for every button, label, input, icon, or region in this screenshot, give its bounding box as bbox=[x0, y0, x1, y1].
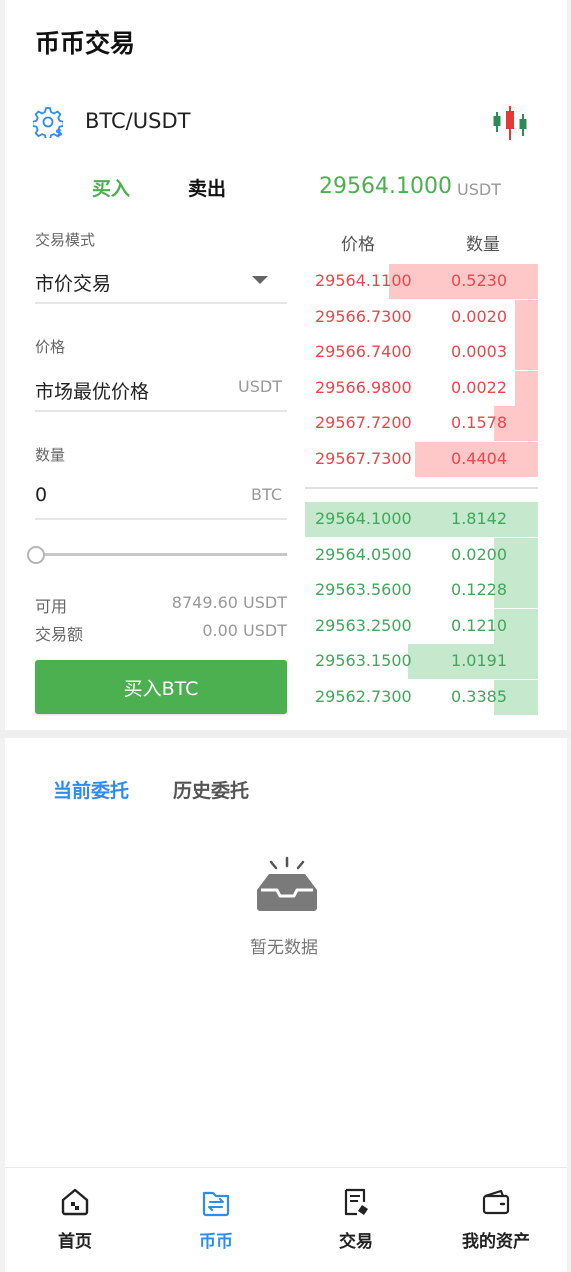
trading-pair[interactable]: BTC/USDT bbox=[85, 109, 190, 133]
nav-label-exchange: 币币 bbox=[199, 1232, 233, 1252]
bid-qty: 0.0200 bbox=[451, 544, 507, 564]
nav-item-trade[interactable]: 交易 bbox=[286, 1168, 426, 1272]
tab-buy[interactable]: 买入 bbox=[92, 174, 130, 201]
buy-submit-button[interactable]: 买入BTC bbox=[35, 660, 287, 714]
ask-price: 29567.7300 bbox=[315, 448, 412, 468]
amount-value: 0.00 USDT bbox=[202, 621, 287, 640]
nav-item-assets[interactable]: 我的资产 bbox=[426, 1168, 566, 1272]
svg-text:$: $ bbox=[55, 126, 63, 138]
right-edge bbox=[567, 0, 571, 1272]
bid-qty: 0.1210 bbox=[451, 615, 507, 635]
bid-price: 29563.2500 bbox=[315, 615, 412, 635]
ask-price: 29566.7300 bbox=[315, 306, 412, 326]
ask-price: 29566.7400 bbox=[315, 342, 412, 361]
available-label: 可用 bbox=[35, 597, 68, 616]
amount-label: 交易额 bbox=[35, 625, 84, 644]
price-label: 价格 bbox=[35, 338, 66, 356]
mode-select[interactable]: 市价交易 bbox=[35, 269, 111, 296]
orderbook-ask-row[interactable]: 29564.1100 0.5230 bbox=[305, 264, 538, 299]
last-price: 29564.1000 bbox=[319, 174, 452, 199]
depth-bar bbox=[515, 370, 538, 406]
settings-dollar-icon[interactable]: $ bbox=[33, 106, 63, 138]
price-input[interactable]: 市场最优价格 bbox=[35, 377, 149, 404]
bid-price: 29564.0500 bbox=[315, 544, 412, 564]
ask-qty: 0.0003 bbox=[451, 342, 507, 361]
wallet-icon bbox=[482, 1189, 510, 1215]
bid-price: 29563.1500 bbox=[315, 651, 412, 670]
price-unit: USDT bbox=[238, 377, 282, 396]
ask-price: 29566.9800 bbox=[315, 377, 412, 397]
trade-document-icon bbox=[344, 1188, 368, 1216]
nav-item-home[interactable]: 首页 bbox=[5, 1168, 145, 1272]
nav-item-exchange[interactable]: 币币 bbox=[146, 1168, 286, 1272]
orderbook-bid-row[interactable]: 29563.2500 0.1210 bbox=[305, 608, 538, 644]
home-icon bbox=[61, 1188, 89, 1216]
chevron-down-icon[interactable] bbox=[252, 276, 268, 284]
qty-unit: BTC bbox=[251, 485, 282, 504]
orderbook-ask-row[interactable]: 29566.9800 0.0022 bbox=[305, 370, 538, 406]
section-separator bbox=[0, 730, 571, 738]
last-price-unit: USDT bbox=[457, 180, 501, 199]
app-frame: 币币交易 $ BTC/USDT 买入 卖出 29564.1000 USDT 交易… bbox=[0, 0, 571, 1272]
bid-price: 29564.1000 bbox=[315, 509, 412, 528]
ask-qty: 0.4404 bbox=[451, 448, 507, 468]
ask-price: 29567.7200 bbox=[315, 413, 412, 432]
mode-underline bbox=[35, 302, 287, 304]
tab-sell[interactable]: 卖出 bbox=[188, 174, 226, 201]
orderbook-bid-row[interactable]: 29564.0500 0.0200 bbox=[305, 537, 538, 573]
bid-qty: 1.8142 bbox=[451, 509, 507, 528]
left-edge bbox=[0, 0, 5, 1272]
orderbook-bid-row[interactable]: 29563.1500 1.0191 bbox=[305, 644, 538, 679]
orderbook-ask-row[interactable]: 29567.7200 0.1578 bbox=[305, 406, 538, 441]
orderbook-ask-row[interactable]: 29566.7400 0.0003 bbox=[305, 335, 538, 370]
ask-price: 29564.1100 bbox=[315, 271, 412, 290]
orderbook-bid-row[interactable]: 29562.7300 0.3385 bbox=[305, 679, 538, 715]
bottom-nav: 首页 币币 交易 我的资产 bbox=[5, 1167, 567, 1272]
qty-underline bbox=[35, 518, 287, 520]
ask-qty: 0.0022 bbox=[451, 377, 507, 397]
candlestick-chart-icon[interactable] bbox=[491, 104, 529, 142]
bid-qty: 0.1228 bbox=[451, 580, 507, 599]
orderbook-qty-header: 数量 bbox=[466, 235, 500, 255]
depth-bar bbox=[515, 299, 538, 335]
bid-qty: 0.3385 bbox=[451, 686, 507, 706]
depth-bar bbox=[515, 335, 538, 370]
orderbook-divider bbox=[305, 487, 538, 489]
orderbook-bid-row[interactable]: 29564.1000 1.8142 bbox=[305, 502, 538, 537]
bid-price: 29562.7300 bbox=[315, 686, 412, 706]
available-value: 8749.60 USDT bbox=[171, 593, 287, 612]
qty-label: 数量 bbox=[35, 446, 66, 464]
tab-history-orders[interactable]: 历史委托 bbox=[173, 776, 249, 803]
bid-price: 29563.5600 bbox=[315, 580, 412, 599]
ask-qty: 0.0020 bbox=[451, 306, 507, 326]
orderbook-bid-row[interactable]: 29563.5600 0.1228 bbox=[305, 573, 538, 608]
amount-slider[interactable] bbox=[35, 553, 287, 556]
nav-label-trade: 交易 bbox=[339, 1232, 373, 1252]
orderbook-ask-row[interactable]: 29566.7300 0.0020 bbox=[305, 299, 538, 335]
nav-label-assets: 我的资产 bbox=[462, 1232, 530, 1252]
empty-state-text: 暂无数据 bbox=[250, 938, 318, 958]
exchange-icon bbox=[202, 1191, 230, 1217]
slider-handle[interactable] bbox=[27, 546, 45, 564]
tab-current-orders[interactable]: 当前委托 bbox=[53, 776, 129, 803]
bid-qty: 1.0191 bbox=[451, 651, 507, 670]
price-underline bbox=[35, 410, 287, 412]
empty-inbox-icon bbox=[257, 856, 317, 911]
qty-input[interactable]: 0 bbox=[35, 484, 47, 506]
nav-label-home: 首页 bbox=[58, 1232, 92, 1252]
mode-label: 交易模式 bbox=[35, 231, 96, 249]
ask-qty: 0.1578 bbox=[451, 413, 507, 432]
ask-qty: 0.5230 bbox=[451, 271, 507, 290]
orderbook-ask-row[interactable]: 29567.7300 0.4404 bbox=[305, 441, 538, 477]
page-title: 币币交易 bbox=[35, 29, 136, 58]
orderbook-price-header: 价格 bbox=[341, 235, 375, 255]
